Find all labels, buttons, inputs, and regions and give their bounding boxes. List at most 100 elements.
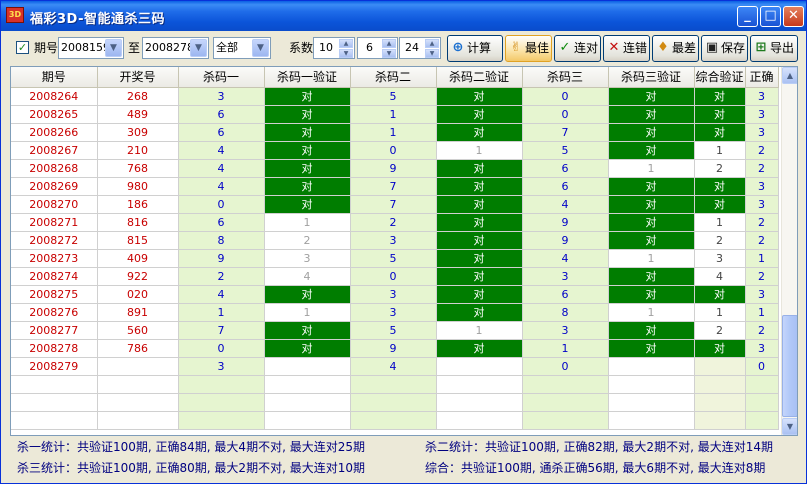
empty-cell xyxy=(264,393,351,412)
close-button[interactable]: ✕ xyxy=(783,6,804,27)
scroll-thumb[interactable] xyxy=(782,315,797,417)
table-cell: 对 xyxy=(436,177,523,196)
save-label: 保存 xyxy=(721,41,746,55)
table-cell: 对 xyxy=(608,267,695,286)
title-bar[interactable]: 3D 福彩3D-智能通杀三码 _ □ ✕ xyxy=(1,1,806,31)
table-row[interactable]: 2008271 816 6 1 2 对 9 对 1 2 xyxy=(11,213,779,232)
empty-cell xyxy=(264,375,351,394)
table-cell: 268 xyxy=(97,87,179,106)
scope-select[interactable]: 全部 ▼ xyxy=(213,37,271,59)
chevron-down-icon[interactable]: ▼ xyxy=(339,49,353,58)
coef3-stepper[interactable]: 24 ▲ ▼ xyxy=(399,37,441,59)
empty-cell xyxy=(97,411,179,430)
table-cell: 2 xyxy=(350,213,437,232)
table-cell: 对 xyxy=(694,123,746,142)
period-to-select[interactable]: 2008278 ▼ xyxy=(142,37,209,59)
table-cell: 9 xyxy=(522,231,609,250)
maximize-button[interactable]: □ xyxy=(760,6,781,27)
table-cell: 9 xyxy=(178,249,265,268)
column-header[interactable]: 杀码三验证 xyxy=(608,67,695,88)
table-row[interactable]: 2008270 186 0 对 7 对 4 对对 3 xyxy=(11,195,779,214)
table-row[interactable]: 2008265 489 6 对 1 对 0 对对 3 xyxy=(11,105,779,124)
column-header[interactable]: 综合验证 xyxy=(694,67,746,88)
chevron-up-icon[interactable]: ▲ xyxy=(425,39,439,48)
table-row[interactable]: 2008268 768 4 对 9 对 6 1 2 2 xyxy=(11,159,779,178)
chevron-down-icon: ▼ xyxy=(105,39,122,57)
scroll-up-icon[interactable]: ▲ xyxy=(782,67,797,84)
export-label: 导出 xyxy=(770,41,795,55)
empty-cell xyxy=(436,411,523,430)
period-checkbox[interactable]: ✓ xyxy=(16,41,29,54)
table-row[interactable]: 2008279 3 4 0 0 xyxy=(11,357,779,376)
calc-button[interactable]: ⊕ 计算 xyxy=(447,35,503,62)
table-cell: 1 xyxy=(350,123,437,142)
table-cell: 1 xyxy=(350,105,437,124)
to-label: 至 xyxy=(128,41,141,55)
chevron-down-icon[interactable]: ▼ xyxy=(382,49,396,58)
column-header[interactable]: 杀码三 xyxy=(522,67,609,88)
column-header[interactable]: 杀码二验证 xyxy=(436,67,523,88)
table-cell: 对 xyxy=(694,177,746,196)
scroll-down-icon[interactable]: ▼ xyxy=(782,418,797,435)
table-row[interactable]: 2008274 922 2 4 0 对 3 对 4 2 xyxy=(11,267,779,286)
column-header[interactable]: 杀码二 xyxy=(350,67,437,88)
streak-right-button[interactable]: ✓ 连对 xyxy=(554,35,601,62)
table-row[interactable]: 2008269 980 4 对 7 对 6 对对 3 xyxy=(11,177,779,196)
table-row[interactable]: 2008267 210 4 对 0 1 5 对 1 2 xyxy=(11,141,779,160)
coef2-stepper[interactable]: 6 ▲ ▼ xyxy=(357,37,398,59)
table-cell: 对 xyxy=(264,123,351,142)
empty-cell xyxy=(97,375,179,394)
table-cell: 对 xyxy=(608,213,695,232)
table-cell: 对 xyxy=(264,159,351,178)
table-cell: 0 xyxy=(522,105,609,124)
period-from-select[interactable]: 2008159 ▼ xyxy=(58,37,124,59)
main-window: 3D 福彩3D-智能通杀三码 _ □ ✕ ✓ 期号 2008159 ▼ 至 20… xyxy=(0,0,807,484)
export-button[interactable]: ⊞ 导出 xyxy=(750,35,798,62)
table-cell: 0 xyxy=(350,267,437,286)
streak-wrong-label: 连错 xyxy=(623,41,648,55)
streak-wrong-button[interactable]: ✕ 连错 xyxy=(603,35,650,62)
table-cell: 409 xyxy=(97,249,179,268)
table-cell: 2008265 xyxy=(11,105,98,124)
table-row[interactable]: 2008273 409 9 3 5 对 4 1 3 1 xyxy=(11,249,779,268)
results-table: 期号 开奖号 杀码一 杀码一验证 杀码二 杀码二验证 杀码三 杀码三验证 综合验证 正确 2008… xyxy=(11,67,779,430)
best-button[interactable]: ✌ 最佳 xyxy=(505,35,552,62)
coef1-stepper[interactable]: 10 ▲ ▼ xyxy=(313,37,355,59)
table-row[interactable]: 2008266 309 6 对 1 对 7 对对 3 xyxy=(11,123,779,142)
coef2-value: 6 xyxy=(366,41,373,54)
chevron-down-icon[interactable]: ▼ xyxy=(425,49,439,58)
table-cell: 6 xyxy=(522,177,609,196)
table-cell: 6 xyxy=(178,213,265,232)
table-cell: 3 xyxy=(745,105,779,124)
table-cell: 对 xyxy=(608,123,695,142)
save-button[interactable]: ▣ 保存 xyxy=(701,35,748,62)
header-row: 期号 开奖号 杀码一 杀码一验证 杀码二 杀码二验证 杀码三 杀码三验证 综合验证 正确 xyxy=(11,67,779,88)
worst-button[interactable]: ♦ 最差 xyxy=(652,35,699,62)
table-cell: 2008266 xyxy=(11,123,98,142)
table-row[interactable]: 2008278 786 0 对 9 对 1 对对 3 xyxy=(11,339,779,358)
chevron-up-icon[interactable]: ▲ xyxy=(382,39,396,48)
results-grid[interactable]: 期号 开奖号 杀码一 杀码一验证 杀码二 杀码二验证 杀码三 杀码三验证 综合验证 正确 2008… xyxy=(10,66,798,436)
thumbs-down-icon: ♦ xyxy=(657,39,669,55)
minimize-button[interactable]: _ xyxy=(737,6,758,27)
table-cell: 9 xyxy=(350,339,437,358)
table-cell xyxy=(436,357,523,376)
table-cell: 4 xyxy=(264,267,351,286)
vertical-scrollbar[interactable]: ▲ ▼ xyxy=(781,67,797,435)
column-header[interactable]: 杀码一 xyxy=(178,67,265,88)
table-row[interactable]: 2008272 815 8 2 3 对 9 对 2 2 xyxy=(11,231,779,250)
column-header[interactable]: 期号 xyxy=(11,67,98,88)
table-cell xyxy=(264,357,351,376)
table-row[interactable]: 2008277 560 7 对 5 1 3 对 2 2 xyxy=(11,321,779,340)
table-cell: 3 xyxy=(745,195,779,214)
table-row[interactable]: 2008264 268 3 对 5 对 0 对对 3 xyxy=(11,87,779,106)
column-header[interactable]: 开奖号 xyxy=(97,67,179,88)
table-row[interactable]: 2008276 891 1 1 3 对 8 1 1 1 xyxy=(11,303,779,322)
table-cell: 3 xyxy=(694,249,746,268)
column-header[interactable]: 正确 xyxy=(745,67,779,88)
chevron-up-icon[interactable]: ▲ xyxy=(339,39,353,48)
table-row[interactable]: 2008275 020 4 对 3 对 6 对对 3 xyxy=(11,285,779,304)
table-cell: 对 xyxy=(264,339,351,358)
table-cell: 5 xyxy=(350,87,437,106)
column-header[interactable]: 杀码一验证 xyxy=(264,67,351,88)
